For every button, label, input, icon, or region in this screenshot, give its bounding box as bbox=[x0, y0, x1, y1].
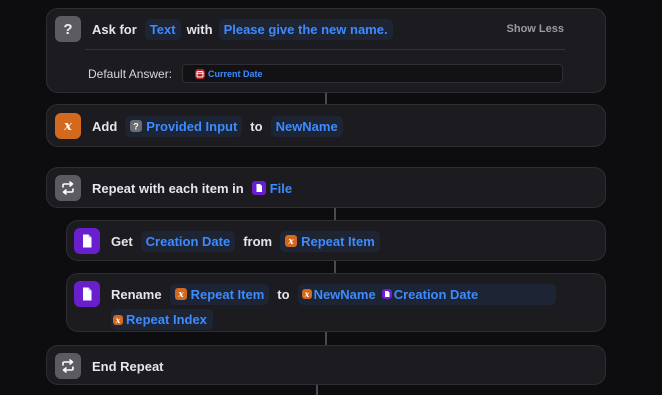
variable-x-icon: x bbox=[285, 235, 298, 247]
action-label: End Repeat bbox=[92, 358, 164, 374]
new-name-field[interactable]: x NewName Creation Date bbox=[297, 283, 557, 305]
svg-text:?: ? bbox=[63, 21, 72, 37]
file-doc-icon bbox=[74, 281, 100, 307]
action-label: Rename bbox=[111, 286, 162, 302]
repeat-item-token[interactable]: x Repeat Item bbox=[169, 283, 270, 305]
rename-file-action[interactable]: Rename x Repeat Item to x NewName Creati… bbox=[66, 273, 606, 332]
question-mark-icon: ? bbox=[130, 120, 143, 132]
repeat-arrows-icon bbox=[55, 353, 81, 379]
flow-connector bbox=[316, 385, 318, 395]
ask-for-input-action[interactable]: ? Ask for Text with Please give the new … bbox=[46, 8, 606, 93]
svg-text:x: x bbox=[177, 290, 184, 299]
flow-connector bbox=[325, 93, 327, 104]
svg-text:x: x bbox=[115, 316, 121, 324]
variable-x-icon: x bbox=[113, 314, 123, 325]
default-answer-field[interactable]: Current Date bbox=[182, 64, 563, 83]
calendar-icon bbox=[195, 68, 206, 79]
file-doc-icon bbox=[381, 289, 392, 299]
add-to-variable-action[interactable]: x Add ? Provided Input to NewName bbox=[46, 104, 606, 147]
repeat-with-each-action[interactable]: Repeat with each item in File bbox=[46, 167, 606, 208]
file-token[interactable]: File bbox=[250, 178, 294, 199]
end-repeat-action[interactable]: End Repeat bbox=[46, 345, 606, 385]
name-part-property[interactable]: Creation Date bbox=[394, 287, 479, 302]
input-type-token[interactable]: Text bbox=[144, 18, 181, 40]
default-answer-label: Default Answer: bbox=[88, 66, 173, 81]
default-answer-token[interactable]: Current Date bbox=[208, 69, 263, 79]
with-word: with bbox=[186, 21, 213, 37]
action-label: Add bbox=[92, 118, 118, 134]
action-label: Get bbox=[111, 233, 133, 249]
divider bbox=[85, 49, 565, 50]
svg-text:?: ? bbox=[134, 122, 140, 132]
to-word: to bbox=[250, 118, 263, 134]
flow-connector bbox=[325, 332, 327, 345]
show-less-button[interactable]: Show Less bbox=[507, 23, 564, 35]
action-label: Repeat with each item in bbox=[92, 180, 244, 196]
question-mark-icon: ? bbox=[55, 16, 81, 42]
name-part-index[interactable]: Repeat Index bbox=[126, 312, 207, 327]
variable-x-icon: x bbox=[301, 289, 312, 299]
shortcut-editor: ? Ask for Text with Please give the new … bbox=[0, 0, 662, 395]
flow-connector bbox=[334, 261, 336, 273]
flow-connector bbox=[334, 208, 336, 220]
get-details-action[interactable]: Get Creation Date from x Repeat Item bbox=[66, 220, 606, 261]
file-doc-icon bbox=[74, 228, 100, 254]
svg-text:x: x bbox=[303, 290, 309, 298]
svg-text:x: x bbox=[287, 237, 294, 246]
property-token[interactable]: Creation Date bbox=[140, 230, 236, 252]
variable-x-icon: x bbox=[174, 288, 187, 300]
repeat-item-token[interactable]: x Repeat Item bbox=[280, 230, 380, 252]
from-word: from bbox=[243, 233, 273, 249]
prompt-token[interactable]: Please give the new name. bbox=[218, 18, 393, 40]
repeat-arrows-icon bbox=[55, 175, 81, 201]
action-label: Ask for bbox=[92, 21, 137, 37]
variable-x-icon: x bbox=[55, 113, 81, 139]
provided-input-token[interactable]: ? Provided Input bbox=[125, 115, 243, 137]
to-word: to bbox=[277, 286, 290, 302]
file-doc-icon bbox=[251, 181, 266, 195]
svg-text:x: x bbox=[63, 119, 72, 133]
new-name-field-continued[interactable]: x Repeat Index bbox=[111, 309, 213, 330]
name-part-variable[interactable]: NewName bbox=[314, 287, 376, 302]
variable-token[interactable]: NewName bbox=[270, 115, 343, 137]
